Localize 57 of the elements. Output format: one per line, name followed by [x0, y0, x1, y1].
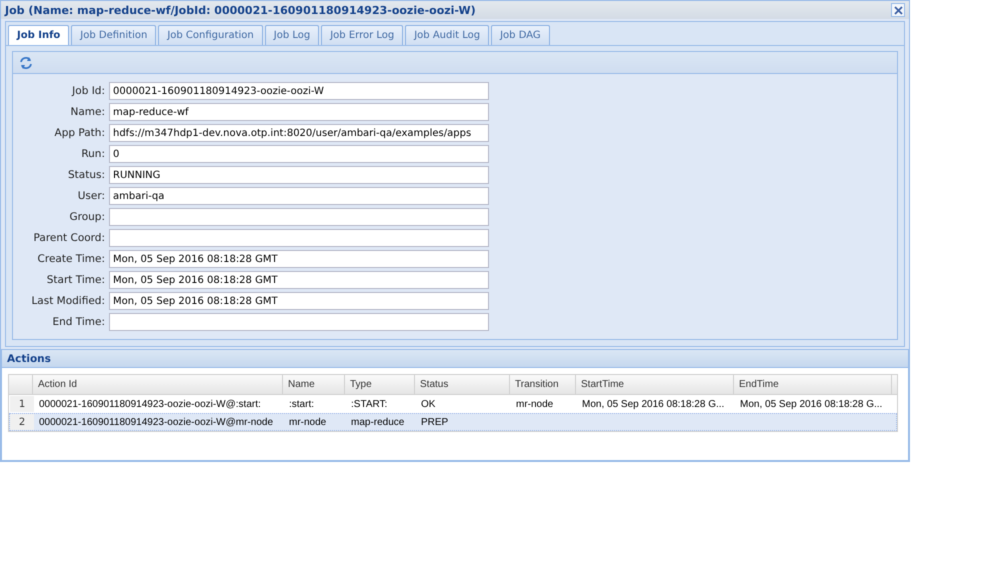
close-icon [894, 6, 902, 14]
table-cell-text: 0000021-160901180914923-oozie-oozi-W@:start: [38, 398, 262, 412]
field-label: Last Modified: [30, 295, 105, 307]
column-header[interactable]: EndTime [734, 375, 892, 394]
input-field[interactable]: 0000021-160901180914923-oozie-oozi-W [109, 82, 489, 100]
table-cell-text: mr-node [288, 416, 328, 430]
field-label: App Path: [54, 127, 105, 139]
row-number: 2 [10, 414, 34, 430]
column-header[interactable]: Type [345, 375, 415, 394]
field-label: End Time: [51, 316, 105, 328]
row-number: 1 [10, 396, 34, 412]
table-cell-text: Mon, 05 Sep 2016 08:18:28 G... [739, 398, 884, 412]
field-label: Status: [67, 169, 105, 181]
input-field[interactable]: Mon, 05 Sep 2016 08:18:28 GMT [109, 250, 489, 268]
table-cell-text: Mon, 05 Sep 2016 08:18:28 G... [581, 398, 726, 412]
tab[interactable]: Job Error Log [321, 25, 404, 45]
refresh-icon[interactable] [19, 56, 33, 70]
tab[interactable]: Job DAG [491, 25, 550, 45]
table-cell-text: :START: [350, 398, 388, 412]
tab[interactable]: Job Log [264, 25, 320, 45]
input-field[interactable]: Mon, 05 Sep 2016 08:18:28 GMT [109, 292, 489, 310]
tab[interactable]: Job Configuration [158, 25, 263, 45]
table-row[interactable]: 2 0000021-160901180914923-oozie-oozi-W@mr-node mr-node map-reduce PREP [9, 413, 897, 431]
tab[interactable]: Job Info [8, 25, 70, 45]
window-title: Job (Name: map-reduce-wf/JobId: 0000021-160901180914923-oozie-oozi-W) [5, 4, 476, 16]
input-field[interactable] [109, 208, 489, 226]
column-header[interactable]: Status [415, 375, 510, 394]
field-label: Parent Coord: [32, 232, 105, 244]
close-button[interactable] [891, 3, 905, 17]
field-label: Create Time: [36, 253, 105, 265]
input-field[interactable]: hdfs://m347hdp1-dev.nova.otp.int:8020/user/ambari-qa/examples/apps [109, 124, 489, 142]
tab[interactable]: Job Definition [71, 25, 156, 45]
column-header[interactable]: Action Id [33, 375, 283, 394]
field-label: Run: [80, 148, 105, 160]
field-label: Job Id: [70, 85, 105, 97]
table-cell-text: mr-node [515, 398, 554, 412]
column-header[interactable]: StartTime [576, 375, 734, 394]
field-label: Group: [68, 211, 105, 223]
field-label: User: [76, 190, 105, 202]
table-cell-text: OK [420, 398, 436, 412]
field-label: Name: [69, 106, 105, 118]
column-header[interactable]: Name [283, 375, 345, 394]
input-field[interactable]: ambari-qa [109, 187, 489, 205]
input-field[interactable] [109, 229, 489, 247]
field-label: Start Time: [46, 274, 105, 286]
input-field[interactable]: map-reduce-wf [109, 103, 489, 121]
table-cell-text: map-reduce [350, 416, 406, 430]
tab[interactable]: Job Audit Log [405, 25, 490, 45]
input-field[interactable]: 0 [109, 145, 489, 163]
table-cell-text: PREP [420, 416, 450, 430]
column-header[interactable]: Transition [510, 375, 576, 394]
table-cell-text: :start: [288, 398, 316, 412]
input-field[interactable]: RUNNING [109, 166, 489, 184]
input-field[interactable]: Mon, 05 Sep 2016 08:18:28 GMT [109, 271, 489, 289]
table-cell-text: 0000021-160901180914923-oozie-oozi-W@mr-node [38, 416, 274, 430]
panel-title: Actions [7, 352, 51, 364]
input-field[interactable] [109, 313, 489, 331]
